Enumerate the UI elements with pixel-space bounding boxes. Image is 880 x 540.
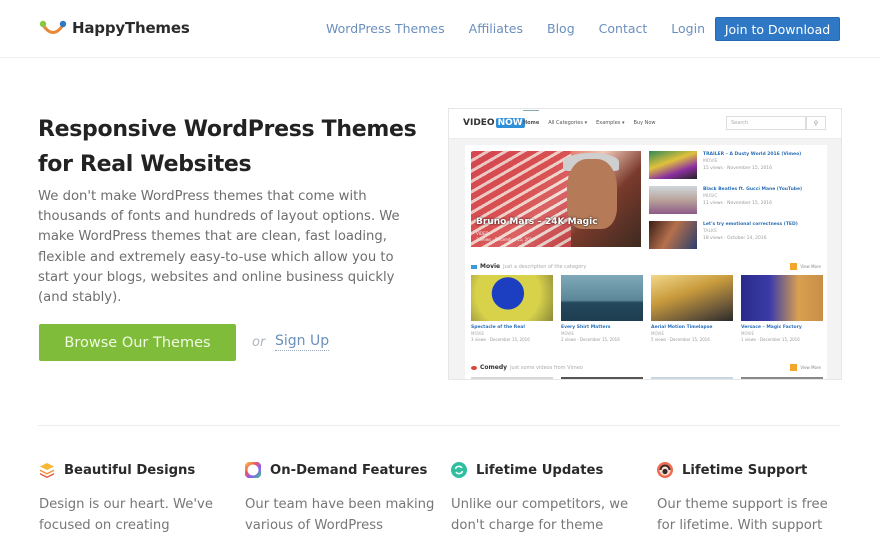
hero-title-line2: for Real Websites [38, 152, 252, 177]
heart-icon [471, 365, 477, 370]
preview-movie-grid: Spectacle of the Real MOVIE 3 views · Dece… [471, 275, 823, 343]
preview-search-icon: ⚲ [806, 116, 826, 130]
preview-nav-categories: All Categories ▾ [548, 120, 588, 126]
preview-featured-video: Bruno Mars – 24K Magic VIDEO 3 views · D… [471, 151, 641, 247]
hero-title: Responsive WordPress Themes for Real Web… [38, 112, 438, 182]
browse-themes-button[interactable]: Browse Our Themes [39, 324, 236, 361]
nav-blog[interactable]: Blog [547, 21, 575, 36]
preview-side-item: Let's try emotional correctness (TED) TAL… [649, 221, 825, 253]
nav-contact[interactable]: Contact [599, 21, 648, 36]
featured-title: Bruno Mars – 24K Magic [476, 217, 598, 227]
smile-logo-icon [39, 20, 67, 34]
preview-logo-now: NOW [495, 118, 525, 128]
preview-movie-card: Versace – Magic Factory MOVIE 1 views · De… [741, 275, 823, 343]
preview-nav-home: Home [523, 110, 540, 126]
refresh-icon [451, 462, 467, 478]
feature-beautiful-designs: Beautiful Designs Design is our heart. W… [39, 462, 213, 533]
feature-on-demand: On-Demand Features Our team have been ma… [245, 462, 435, 533]
movie-icon [471, 264, 477, 269]
color-wheel-icon [245, 462, 261, 478]
featured-meta: VIDEO 3 views · December 15, 2016 [476, 231, 535, 242]
feature-lifetime-updates: Lifetime Updates Unlike our competitors,… [451, 462, 629, 533]
main-nav: WordPress Themes Affiliates Blog Contact… [326, 21, 729, 36]
preview-content: Bruno Mars – 24K Magic VIDEO 3 views · D… [465, 145, 827, 379]
theme-preview-screenshot: VIDEO NOW Home All Categories ▾ Examples … [448, 108, 842, 380]
preview-side-item: TRAILER – A Dusty World 2016 (Vimeo) MOVI… [649, 151, 825, 183]
preview-movie-card: Aerial Motion Timelapse MOVIE 5 views · De… [651, 275, 733, 343]
preview-search-input: Search [726, 116, 806, 130]
nav-login[interactable]: Login [671, 21, 705, 36]
brand-logo[interactable]: HappyThemes [38, 18, 190, 38]
preview-movie-card: Every Shirt Matters MOVIE 2 views · Decemb… [561, 275, 643, 343]
hero-description: We don't make WordPress themes that come… [38, 189, 400, 306]
or-separator: or [252, 335, 266, 350]
hero-title-line1: Responsive WordPress Themes [38, 117, 417, 142]
preview-category-comedy: Comedy Just some videos from Vimeo View M… [471, 364, 821, 374]
nav-affiliates[interactable]: Affiliates [469, 21, 523, 36]
brand-name: HappyThemes [72, 19, 190, 37]
preview-logo: VIDEO NOW [463, 118, 525, 128]
preview-logo-video: VIDEO [463, 118, 495, 128]
feature-lifetime-support: Lifetime Support Our theme support is fr… [657, 462, 828, 533]
preview-side-item: Black Beatles ft. Gucci Mane (YouTube) MU… [649, 186, 825, 218]
preview-nav-buy: Buy Now [633, 120, 656, 126]
join-to-download-button[interactable]: Join to Download [715, 17, 840, 41]
preview-movie-card: Spectacle of the Real MOVIE 3 views · Dece… [471, 275, 553, 343]
preview-nav-examples: Examples ▾ [596, 120, 625, 126]
preview-category-movie: Movie Just a description of the category … [471, 263, 821, 273]
preview-nav: Home All Categories ▾ Examples ▾ Buy Now [523, 110, 665, 126]
sign-up-link[interactable]: Sign Up [275, 333, 330, 351]
layers-icon [40, 463, 54, 478]
site-header: HappyThemes WordPress Themes Affiliates … [0, 0, 880, 58]
preview-header: VIDEO NOW Home All Categories ▾ Examples … [449, 109, 841, 139]
preview-side-list: TRAILER – A Dusty World 2016 (Vimeo) MOVI… [649, 151, 825, 256]
nav-wordpress-themes[interactable]: WordPress Themes [326, 21, 445, 36]
support-icon [657, 462, 673, 478]
section-divider [38, 425, 840, 426]
